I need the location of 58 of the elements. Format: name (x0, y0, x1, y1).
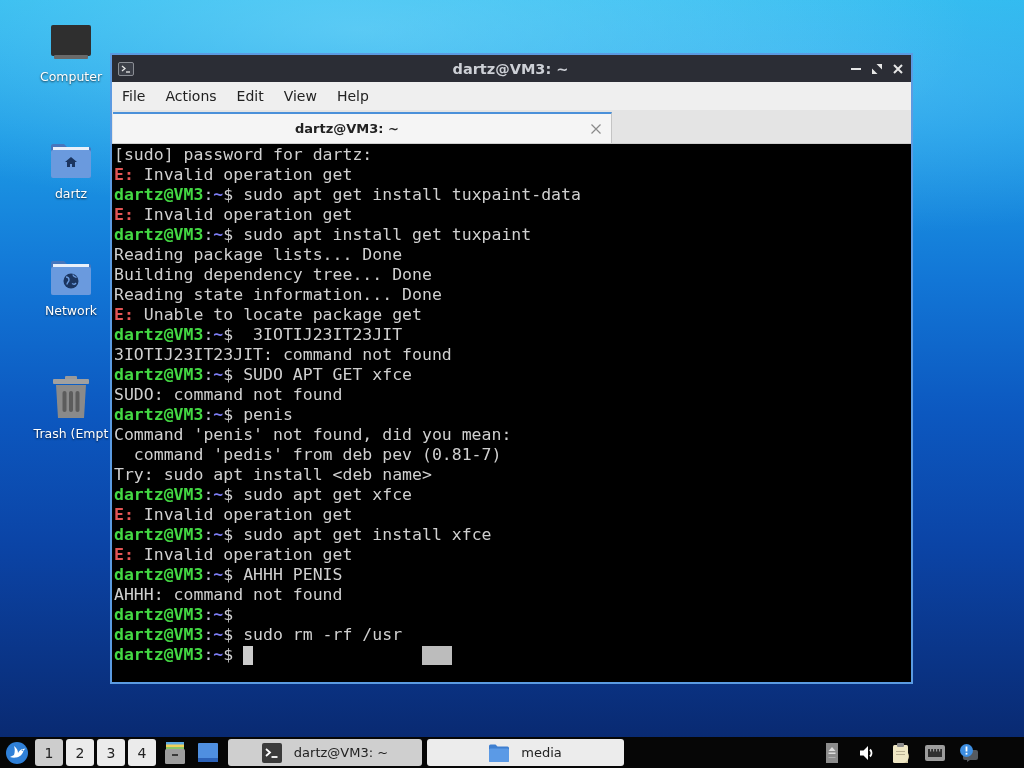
output-line: AHHH: command not found (114, 585, 343, 605)
workspace-button[interactable]: 2 (66, 739, 94, 766)
desktop-icon-label[interactable]: Trash (Empt (33, 426, 109, 441)
prompt-line: dartz@VM3:~$ penis (114, 405, 293, 425)
menu-item[interactable]: View (273, 86, 327, 106)
terminal-tab[interactable]: dartz@VM3: ~ (113, 112, 612, 143)
desktop-icon-label[interactable]: Network (44, 303, 98, 318)
terminal-icon (261, 742, 282, 763)
workspace-button[interactable]: 4 (128, 739, 156, 766)
output-line: command 'pedis' from deb pev (0.81-7) (132, 445, 502, 465)
output-line: Reading state information... Done (114, 285, 442, 305)
menu-item[interactable]: Edit (226, 86, 274, 106)
output-line: [sudo] password for dartz: (114, 145, 373, 165)
file-drawer-icon[interactable] (165, 741, 185, 764)
output-line: Command 'penis' not found, did you mean: (114, 425, 512, 445)
prompt-line: dartz@VM3:~$ sudo apt get xfce (114, 485, 413, 505)
output-line: SUDO: command not found (114, 385, 343, 405)
home-folder-icon[interactable] (51, 142, 91, 178)
terminal-icon (118, 61, 134, 76)
menu-item[interactable]: File (112, 86, 156, 106)
output-line: 3IOTIJ23IT23JIT: command not found (114, 345, 452, 365)
output-line: Reading package lists... Done (114, 245, 403, 265)
minimize-icon[interactable] (851, 67, 861, 70)
prompt-line: dartz@VM3:~$ sudo apt get install tuxpaint-data (114, 185, 581, 205)
prompt-line: dartz@VM3:~$ (114, 645, 234, 665)
maximize-icon[interactable] (872, 63, 882, 74)
error-line: E: Invalid operation get (114, 165, 353, 185)
menu-item[interactable]: Actions (155, 86, 227, 106)
eject-icon[interactable] (826, 742, 838, 763)
prompt-line: dartz@VM3:~$ AHHH PENIS (114, 565, 343, 585)
network-port-icon[interactable] (925, 744, 945, 761)
output-line: Building dependency tree... Done (114, 265, 432, 285)
clipboard-icon[interactable] (892, 742, 910, 763)
prompt-line: dartz@VM3:~$ SUDO APT GET xfce (114, 365, 413, 385)
error-line: E: Invalid operation get (114, 545, 353, 565)
workspace-button[interactable]: 1 (35, 739, 63, 766)
taskbar-button[interactable]: media (427, 739, 624, 766)
trash-can-icon[interactable] (53, 376, 89, 418)
folder-icon (489, 743, 510, 762)
error-line: E: Invalid operation get (114, 205, 353, 225)
prompt-line: dartz@VM3:~$ sudo rm -rf /usr (114, 625, 403, 645)
prompt-line: dartz@VM3:~$ sudo apt get install xfce (114, 525, 492, 545)
window-title: dartz@VM3: ~ (452, 60, 569, 77)
speaker-icon[interactable] (860, 745, 874, 760)
error-line: E: Invalid operation get (114, 505, 353, 525)
bird-logo-icon[interactable] (6, 741, 28, 764)
menu-item[interactable]: Help (326, 86, 379, 106)
notification-icon[interactable] (960, 743, 978, 762)
prompt-line: dartz@VM3:~$ sudo apt install get tuxpaint (114, 225, 532, 245)
workspace-button[interactable]: 3 (97, 739, 125, 766)
desktop-icon-label[interactable]: dartz (54, 186, 88, 201)
prompt-line: dartz@VM3:~$ (114, 605, 234, 625)
monitor-icon[interactable] (51, 25, 91, 61)
output-line: Try: sudo apt install <deb name> (114, 465, 432, 485)
globe-folder-icon[interactable] (51, 259, 91, 295)
prompt-line: dartz@VM3:~$ 3IOTIJ23IT23JIT (114, 325, 403, 345)
error-line: E: Unable to locate package get (114, 305, 422, 325)
taskbar-button[interactable]: dartz@VM3: ~ (228, 739, 422, 766)
